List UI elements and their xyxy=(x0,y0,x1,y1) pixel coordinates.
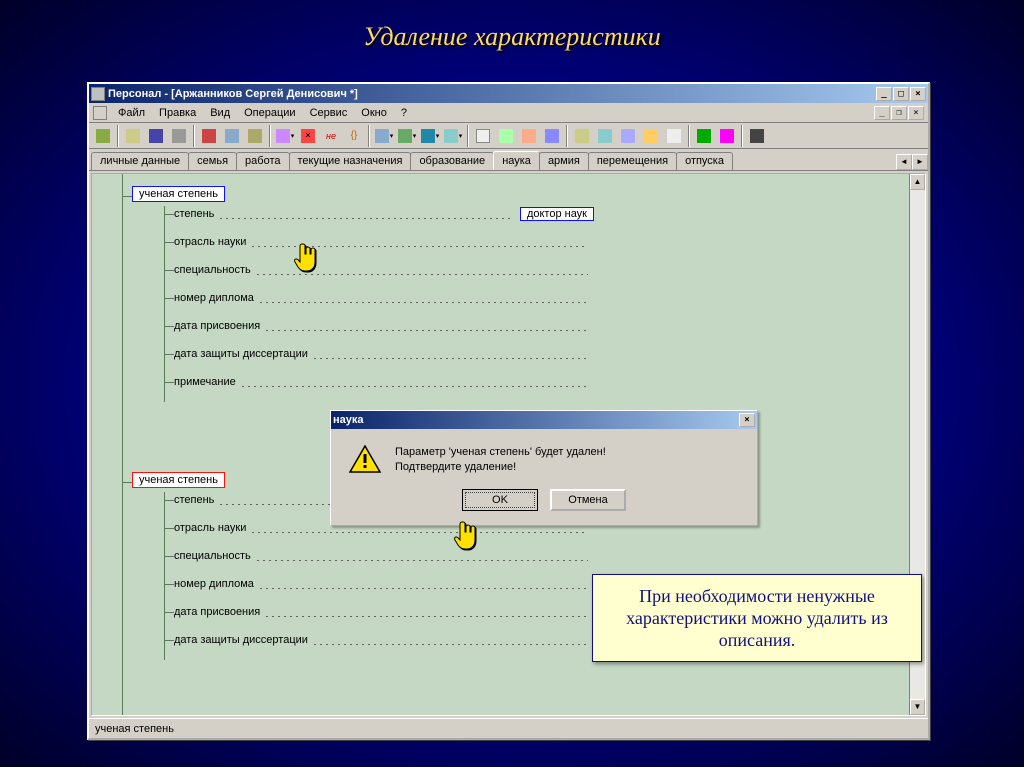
field-label: степень xyxy=(174,208,214,220)
tool-grid1-icon[interactable] xyxy=(571,125,593,147)
tool-doc2-icon[interactable] xyxy=(495,125,517,147)
field-label: степень xyxy=(174,494,214,506)
field-label: дата присвоения xyxy=(174,606,260,618)
field-label: специальность xyxy=(174,264,251,276)
tool-grid2-icon[interactable] xyxy=(594,125,616,147)
menu-service[interactable]: Сервис xyxy=(303,105,355,121)
tab-family[interactable]: семья xyxy=(188,152,237,170)
mdi-close-button[interactable]: × xyxy=(908,106,924,120)
minimize-button[interactable]: _ xyxy=(876,87,892,101)
tool-color-icon[interactable] xyxy=(419,125,441,147)
dialog-text: Параметр 'ученая степень' будет удален! … xyxy=(395,445,606,475)
menu-file[interactable]: Файл xyxy=(111,105,152,121)
tab-moves[interactable]: перемещения xyxy=(588,152,677,170)
tool-print-icon[interactable] xyxy=(168,125,190,147)
field-label: дата защиты диссертации xyxy=(174,348,308,360)
document-icon xyxy=(93,106,107,120)
tab-scroll-left-icon[interactable]: ◄ xyxy=(896,154,912,170)
tab-work[interactable]: работа xyxy=(236,152,289,170)
field-label: специальность xyxy=(174,550,251,562)
tab-personal[interactable]: личные данные xyxy=(91,152,189,170)
tab-assignments[interactable]: текущие назначения xyxy=(289,152,412,170)
tab-scroll-right-icon[interactable]: ► xyxy=(912,154,928,170)
field-label: номер диплома xyxy=(174,292,254,304)
tool-camera-icon[interactable] xyxy=(746,125,768,147)
titlebar[interactable]: Персонал - [Аржанников Сергей Денисович … xyxy=(89,84,928,103)
tool-star-icon[interactable] xyxy=(716,125,738,147)
app-icon xyxy=(91,87,105,101)
mdi-minimize-button[interactable]: _ xyxy=(874,106,890,120)
mdi-restore-button[interactable]: ❐ xyxy=(891,106,907,120)
field-value[interactable]: доктор наук xyxy=(520,207,594,221)
tool-check-icon[interactable] xyxy=(693,125,715,147)
tool-tree-icon[interactable] xyxy=(442,125,464,147)
tool-doc4-icon[interactable] xyxy=(541,125,563,147)
field-label: примечание xyxy=(174,376,236,388)
maximize-button[interactable]: □ xyxy=(893,87,909,101)
tool-open-icon[interactable] xyxy=(122,125,144,147)
tool-layout-icon[interactable] xyxy=(396,125,418,147)
callout-note: При необходимости ненужные характеристик… xyxy=(592,574,922,662)
tool-paste-icon[interactable] xyxy=(244,125,266,147)
menu-window[interactable]: Окно xyxy=(354,105,394,121)
dialog-titlebar[interactable]: наука × xyxy=(331,411,757,429)
close-button[interactable]: × xyxy=(910,87,926,101)
cancel-button[interactable]: Отмена xyxy=(550,489,626,511)
tool-back-icon[interactable] xyxy=(92,125,114,147)
menu-view[interactable]: Вид xyxy=(203,105,237,121)
tool-view-icon[interactable] xyxy=(373,125,395,147)
app-window: Персонал - [Аржанников Сергей Денисович … xyxy=(87,82,930,740)
field-label: отрасль науки xyxy=(174,522,246,534)
dialog-close-button[interactable]: × xyxy=(739,413,755,427)
tool-braces-icon[interactable]: {} xyxy=(343,125,365,147)
tool-ne-icon[interactable]: не xyxy=(320,125,342,147)
menu-edit[interactable]: Правка xyxy=(152,105,203,121)
tab-army[interactable]: армия xyxy=(539,152,589,170)
scroll-up-icon[interactable]: ▲ xyxy=(910,174,925,190)
tool-insert-icon[interactable] xyxy=(274,125,296,147)
tab-education[interactable]: образование xyxy=(410,152,494,170)
slide-title: Удаление характеристики xyxy=(0,22,1024,52)
tab-science[interactable]: наука xyxy=(493,151,540,170)
tool-cut-icon[interactable] xyxy=(198,125,220,147)
toolbar: ✕ не {} xyxy=(89,123,928,149)
tabstrip: личные данные семья работа текущие назна… xyxy=(89,149,928,171)
tool-folder-icon[interactable] xyxy=(640,125,662,147)
warning-icon xyxy=(349,445,381,473)
statusbar: ученая степень xyxy=(89,718,928,738)
tool-grid3-icon[interactable] xyxy=(617,125,639,147)
tab-vacations[interactable]: отпуска xyxy=(676,152,733,170)
confirm-dialog: наука × Параметр 'ученая степень' будет … xyxy=(330,410,758,526)
client-area: ученая степень степень доктор наук отрас… xyxy=(91,173,926,716)
field-label: номер диплома xyxy=(174,578,254,590)
tool-doc1-icon[interactable] xyxy=(472,125,494,147)
tool-copy-icon[interactable] xyxy=(221,125,243,147)
menubar: Файл Правка Вид Операции Сервис Окно ? _… xyxy=(89,103,928,123)
tool-doc3-icon[interactable] xyxy=(518,125,540,147)
field-label: дата присвоения xyxy=(174,320,260,332)
tool-delete-icon[interactable]: ✕ xyxy=(297,125,319,147)
status-text: ученая степень xyxy=(95,723,174,735)
tool-card-icon[interactable] xyxy=(663,125,685,147)
canvas[interactable]: ученая степень степень доктор наук отрас… xyxy=(92,174,909,715)
scroll-down-icon[interactable]: ▼ xyxy=(910,699,925,715)
window-title: Персонал - [Аржанников Сергей Денисович … xyxy=(108,88,358,100)
field-label: отрасль науки xyxy=(174,236,246,248)
ok-button[interactable]: OK xyxy=(462,489,538,511)
field-label: дата защиты диссертации xyxy=(174,634,308,646)
menu-help[interactable]: ? xyxy=(394,105,414,121)
dialog-title: наука xyxy=(333,414,364,426)
tool-save-icon[interactable] xyxy=(145,125,167,147)
menu-operations[interactable]: Операции xyxy=(237,105,302,121)
